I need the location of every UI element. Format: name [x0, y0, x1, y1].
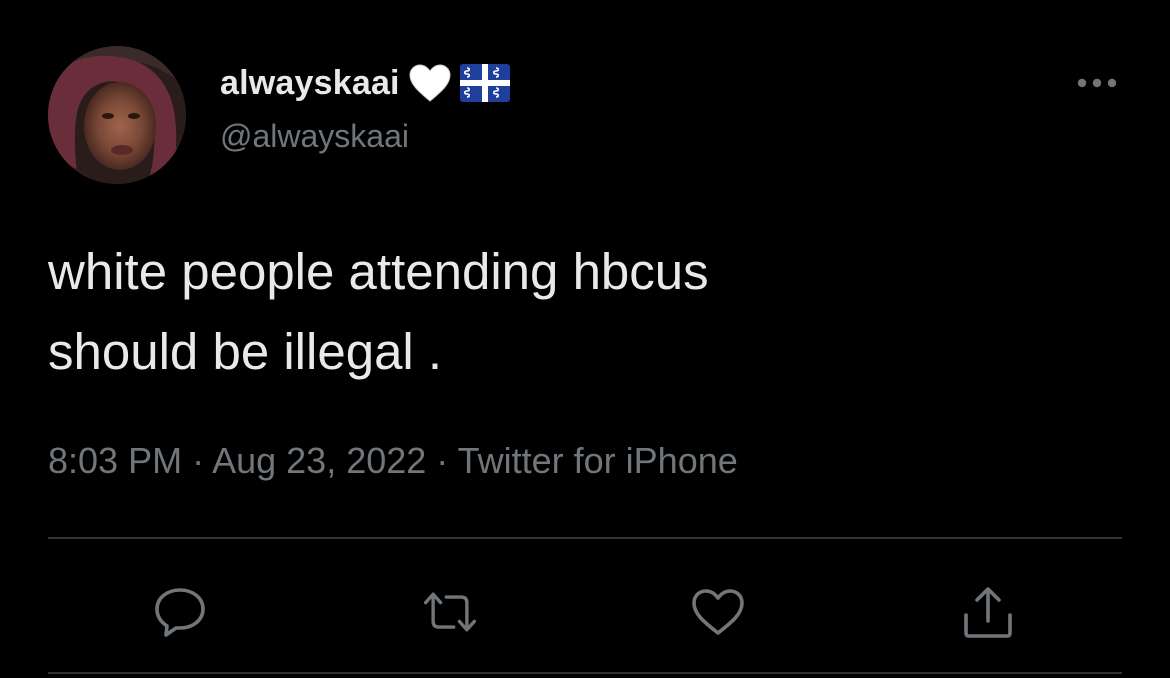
like-button[interactable]	[688, 584, 748, 640]
divider	[48, 537, 1122, 539]
action-bar	[0, 576, 1170, 646]
retweet-icon	[423, 592, 477, 632]
meta-separator: ·	[426, 440, 458, 481]
tweet-time[interactable]: 8:03 PM	[48, 440, 182, 481]
like-icon	[692, 589, 744, 635]
avatar[interactable]	[48, 46, 186, 184]
display-name[interactable]: alwayskaai	[220, 64, 400, 103]
white-heart-icon	[408, 63, 452, 103]
meta-separator: ·	[182, 440, 213, 481]
divider	[48, 672, 1122, 674]
handle[interactable]: @alwayskaai	[220, 118, 409, 155]
share-button[interactable]	[958, 584, 1018, 640]
more-options-icon[interactable]	[1072, 70, 1122, 96]
tweet-text: white people attending hbcus should be i…	[48, 243, 709, 380]
tweet-source[interactable]: Twitter for iPhone	[458, 440, 738, 481]
tweet-date[interactable]: Aug 23, 2022	[212, 440, 426, 481]
avatar-image	[48, 46, 186, 184]
reply-icon	[155, 588, 205, 637]
share-icon	[964, 587, 1012, 638]
martinique-flag-icon	[459, 64, 510, 102]
author-name-row: alwayskaai	[220, 58, 510, 108]
reply-button[interactable]	[150, 584, 210, 640]
tweet-meta: 8:03 PM · Aug 23, 2022 · Twitter for iPh…	[48, 440, 738, 482]
retweet-button[interactable]	[420, 584, 480, 640]
